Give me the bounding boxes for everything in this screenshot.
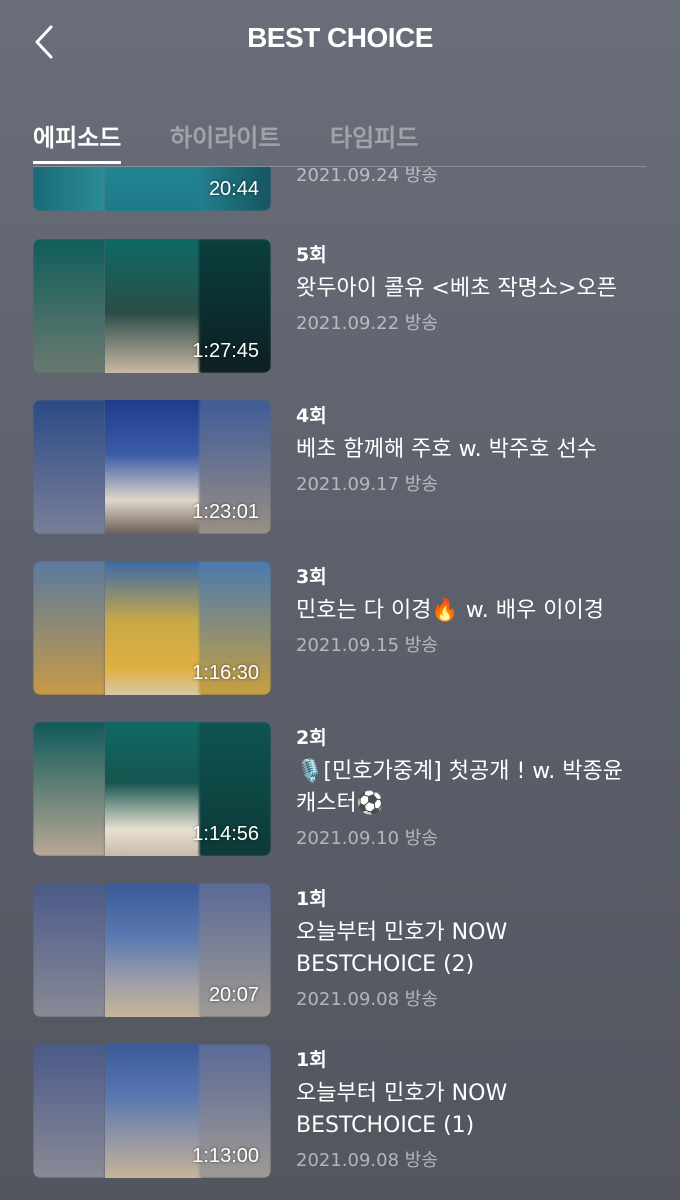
duration-label: 20:07 xyxy=(208,984,259,1006)
tab-bar: 에피소드 하이라이트 타임피드 xyxy=(33,110,646,167)
episode-date: 2021.09.15 방송 xyxy=(296,635,438,656)
episode-item[interactable]: 1:16:30 3회 민호는 다 이경🔥 w. 배우 이이경 2021.09.1… xyxy=(33,561,646,697)
episode-item[interactable]: 1:27:45 5회 왓두아이 콜유 <베초 작명소>오픈 2021.09.22… xyxy=(33,239,646,375)
episode-date: 2021.09.22 방송 xyxy=(296,313,438,334)
episode-title: 베초 함께해 주호 w. 박주호 선수 xyxy=(296,437,597,462)
duration-label: 1:13:00 xyxy=(192,1145,259,1167)
duration-label: 1:14:56 xyxy=(192,823,259,845)
episode-number: 4회 xyxy=(296,405,327,427)
header: BEST CHOICE xyxy=(0,0,680,86)
duration-label: 1:23:01 xyxy=(192,501,259,523)
episode-date: 2021.09.08 방송 xyxy=(296,1150,438,1171)
episode-number: 5회 xyxy=(296,244,327,266)
episode-title: 🎙️[민호가중계] 첫공개 ! w. 박종윤 캐스터⚽ xyxy=(296,759,623,816)
episode-date: 2021.09.10 방송 xyxy=(296,828,438,849)
tab-highlights[interactable]: 하이라이트 xyxy=(170,118,280,164)
episode-date: 2021.09.08 방송 xyxy=(296,989,438,1010)
episode-number: 2회 xyxy=(296,727,327,749)
episode-number: 1회 xyxy=(296,1049,327,1071)
episode-title: 왓두아이 콜유 <베초 작명소>오픈 xyxy=(296,276,617,301)
tab-timefeed[interactable]: 타임피드 xyxy=(330,118,418,164)
episode-number: 1회 xyxy=(296,888,327,910)
episode-date: 2021.09.24 방송 xyxy=(296,167,438,186)
duration-label: 1:27:45 xyxy=(192,340,259,362)
episode-thumbnail: 1:16:30 xyxy=(33,561,271,695)
episode-thumbnail: 20:07 xyxy=(33,883,271,1017)
episode-item[interactable]: 20:07 1회 오늘부터 민호가 NOW BESTCHOICE (2) 202… xyxy=(33,883,646,1019)
duration-label: 1:16:30 xyxy=(192,662,259,684)
episode-thumbnail: 1:27:45 xyxy=(33,239,271,373)
episode-title: 민호는 다 이경🔥 w. 배우 이이경 xyxy=(296,598,604,623)
episode-item[interactable]: 1:14:56 2회 🎙️[민호가중계] 첫공개 ! w. 박종윤 캐스터⚽ 2… xyxy=(33,722,646,858)
episode-thumbnail: 1:14:56 xyxy=(33,722,271,856)
duration-label: 20:44 xyxy=(208,178,259,200)
page-title: BEST CHOICE xyxy=(247,22,433,53)
episode-item[interactable]: 1:13:00 1회 오늘부터 민호가 NOW BESTCHOICE (1) 2… xyxy=(33,1044,646,1180)
episode-list: 20:44 2021.09.24 방송 1:27:45 5회 왓두아이 콜유 <… xyxy=(0,167,680,1200)
episode-thumbnail: 1:23:01 xyxy=(33,400,271,534)
episode-item[interactable]: 20:44 2021.09.24 방송 xyxy=(33,167,646,213)
episode-title: 오늘부터 민호가 NOW BESTCHOICE (2) xyxy=(296,920,508,977)
episode-thumbnail: 20:44 xyxy=(33,167,271,211)
episode-title: 오늘부터 민호가 NOW BESTCHOICE (1) xyxy=(296,1081,508,1138)
episode-number: 3회 xyxy=(296,566,327,588)
episode-thumbnail: 1:13:00 xyxy=(33,1044,271,1178)
episode-item[interactable]: 1:23:01 4회 베초 함께해 주호 w. 박주호 선수 2021.09.1… xyxy=(33,400,646,536)
episode-date: 2021.09.17 방송 xyxy=(296,474,438,495)
tab-episodes[interactable]: 에피소드 xyxy=(33,118,122,164)
